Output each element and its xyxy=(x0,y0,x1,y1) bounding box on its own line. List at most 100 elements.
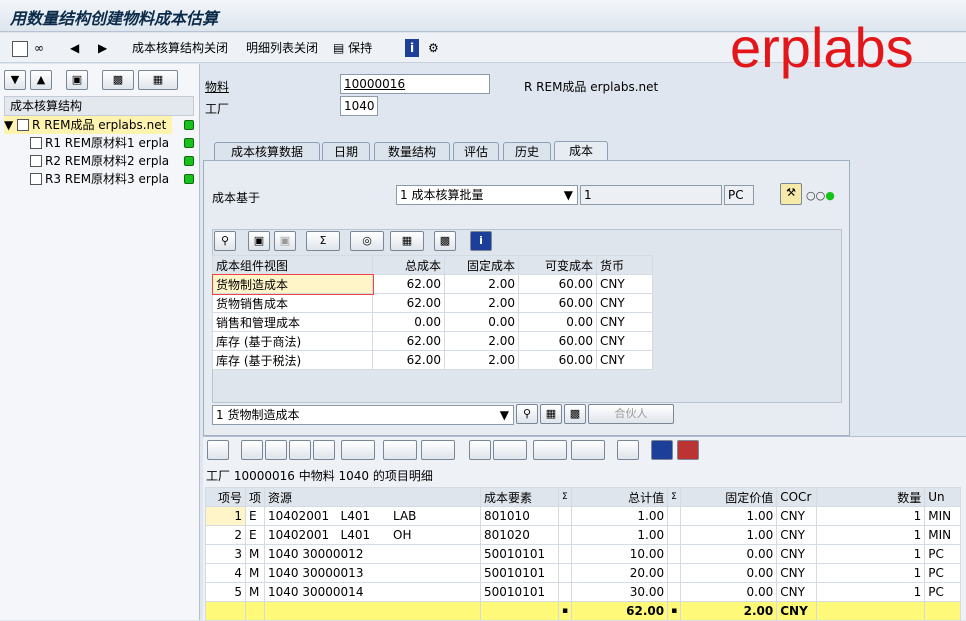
info-icon[interactable]: i xyxy=(405,39,419,57)
column-header[interactable]: 总成本 xyxy=(372,255,445,275)
costs-panel: 成本基于 1 成本核算批量 ▼ 1 PC ⚒ ○○● ⚲ ▣ ▣ Σ ◎ ▦ ▩ … xyxy=(203,160,850,436)
cell: CNY xyxy=(596,274,653,294)
find-icon[interactable]: ▣ xyxy=(66,70,88,90)
total-row: ▪ 62.00 ▪ 2.00 CNY xyxy=(205,601,961,621)
detail-icon[interactable] xyxy=(207,440,229,460)
sum-icon[interactable] xyxy=(383,440,417,460)
info-icon[interactable]: i xyxy=(470,231,492,251)
settings-icon[interactable]: ⚙ xyxy=(428,39,439,57)
cell: CNY xyxy=(596,350,653,370)
cell: 60.00 xyxy=(518,331,597,351)
calc-icon[interactable] xyxy=(677,440,699,460)
filter-menu-icon[interactable] xyxy=(341,440,375,460)
graphic-icon[interactable]: ▩ xyxy=(434,231,456,251)
view-select[interactable]: 1 货物制造成本 ▼ xyxy=(212,405,514,425)
layout-icon[interactable]: ▦ xyxy=(390,231,424,251)
close-detail-button[interactable]: 明细列表关闭 xyxy=(246,39,318,57)
material-field[interactable]: 10000016 xyxy=(340,74,490,94)
spreadsheet-icon[interactable] xyxy=(533,440,567,460)
table-row[interactable]: 库存 (基于商法) 62.00 2.00 60.00 CNY xyxy=(212,331,653,351)
column-header[interactable]: 资源 xyxy=(264,487,482,507)
tab-costs[interactable]: 成本 xyxy=(554,141,608,162)
column-header[interactable]: 固定成本 xyxy=(444,255,519,275)
subtotal-icon[interactable] xyxy=(421,440,455,460)
collapse-icon[interactable]: ▲ xyxy=(30,70,52,90)
cell: CNY xyxy=(776,582,818,602)
column-header[interactable]: 成本要素 xyxy=(480,487,560,507)
filter-icon[interactable] xyxy=(265,440,287,460)
table-row[interactable]: 3 M 1040 30000012 50010101 10.00 0.00 CNY 1 PC xyxy=(205,544,961,564)
tab-costing-data[interactable]: 成本核算数据 xyxy=(214,142,320,162)
cell xyxy=(667,582,682,602)
tree-item[interactable]: R1 REM原材料1 erpla xyxy=(30,134,180,152)
sum-icon[interactable]: Σ xyxy=(306,231,340,251)
tree-item[interactable]: ▼ R REM成品 erplabs.net xyxy=(4,116,172,134)
table-icon[interactable]: ▦ xyxy=(540,404,562,424)
cell: 2.00 xyxy=(444,293,519,313)
export-icon[interactable] xyxy=(493,440,527,460)
tree-item-label: R REM成品 erplabs.net xyxy=(32,118,167,132)
cell: PC xyxy=(924,563,961,583)
tab-history[interactable]: 历史 xyxy=(503,142,551,162)
graphic-icon[interactable] xyxy=(617,440,639,460)
cell: 3 xyxy=(205,544,246,564)
table-row[interactable]: 货物制造成本 62.00 2.00 60.00 CNY xyxy=(211,273,653,295)
table-row[interactable]: 2 E 10402001 L401 OH 801020 1.00 1.00 CNY 1 MIN xyxy=(205,525,961,545)
table-row[interactable]: 4 M 1040 30000013 50010101 20.00 0.00 CNY 1 PC xyxy=(205,563,961,583)
new-icon[interactable] xyxy=(12,39,28,57)
table-row[interactable]: 5 M 1040 30000014 50010101 30.00 0.00 CNY 1 PC xyxy=(205,582,961,602)
cell xyxy=(558,582,573,602)
table-row[interactable]: 库存 (基于税法) 62.00 2.00 60.00 CNY xyxy=(212,350,653,370)
column-header[interactable]: Un xyxy=(924,487,961,507)
doc-icon[interactable] xyxy=(469,440,491,460)
detail-icon[interactable]: ⚲ xyxy=(214,231,236,251)
cell xyxy=(667,525,682,545)
cell: M xyxy=(244,563,266,583)
partner-button[interactable]: 合伙人 xyxy=(588,404,674,424)
column-header[interactable]: 固定价值 xyxy=(680,487,778,507)
column-header[interactable]: Σ xyxy=(558,487,573,507)
search-icon[interactable]: ⚲ xyxy=(516,404,538,424)
tab-qty-structure[interactable]: 数量结构 xyxy=(374,142,450,162)
print-icon[interactable] xyxy=(241,440,263,460)
tab-dates[interactable]: 日期 xyxy=(322,142,370,162)
find-icon[interactable] xyxy=(289,440,311,460)
tree-item[interactable]: R2 REM原材料2 erpla xyxy=(30,152,180,170)
find-next-icon[interactable] xyxy=(313,440,335,460)
cell: 销售和管理成本 xyxy=(212,312,373,332)
next-icon[interactable]: ▶ xyxy=(98,39,107,57)
layout-icon[interactable]: ▦ xyxy=(138,70,178,90)
cost-basis-select[interactable]: 1 成本核算批量 ▼ xyxy=(396,185,578,205)
column-header[interactable]: COCr xyxy=(776,487,818,507)
find-icon[interactable]: ▣ xyxy=(248,231,270,251)
tab-valuation[interactable]: 评估 xyxy=(453,142,499,162)
cell: 20.00 xyxy=(571,563,669,583)
column-header[interactable]: 项 xyxy=(244,487,266,507)
tree-item[interactable]: R3 REM原材料3 erpla xyxy=(30,170,180,188)
cell: 2.00 xyxy=(680,601,778,621)
column-header[interactable]: 货币 xyxy=(596,255,653,275)
table-row[interactable]: 1 E 10402001 L401 LAB 801010 1.00 1.00 CNY 1 MIN xyxy=(205,506,961,526)
column-header[interactable]: 数量 xyxy=(816,487,926,507)
plant-field[interactable]: 1040 xyxy=(340,96,378,116)
table-row[interactable]: 销售和管理成本 0.00 0.00 0.00 CNY xyxy=(212,312,653,332)
analysis-icon[interactable]: ⚒ xyxy=(780,183,802,205)
column-header[interactable]: Σ xyxy=(667,487,682,507)
cell: 1 xyxy=(816,506,926,526)
info-icon[interactable] xyxy=(651,440,673,460)
layout-icon[interactable] xyxy=(571,440,605,460)
print-icon[interactable]: ▩ xyxy=(102,70,134,90)
glasses-icon[interactable]: ∞ xyxy=(34,39,44,57)
close-structure-button[interactable]: 成本核算结构关闭 xyxy=(132,39,228,57)
prev-icon[interactable]: ◀ xyxy=(70,39,79,57)
column-header[interactable]: 项号 xyxy=(205,487,246,507)
table-row[interactable]: 货物销售成本 62.00 2.00 60.00 CNY xyxy=(212,293,653,313)
find-next-icon[interactable]: ▣ xyxy=(274,231,296,251)
expand-icon[interactable]: ▼ xyxy=(4,70,26,90)
column-header[interactable]: 总计值 xyxy=(571,487,669,507)
column-header[interactable]: 可变成本 xyxy=(518,255,597,275)
column-header[interactable]: 成本组件视图 xyxy=(212,255,373,275)
export-icon[interactable]: ◎ xyxy=(350,231,384,251)
keep-button[interactable]: ▤ 保持 xyxy=(333,39,372,57)
hierarchy-icon[interactable]: ▩ xyxy=(564,404,586,424)
